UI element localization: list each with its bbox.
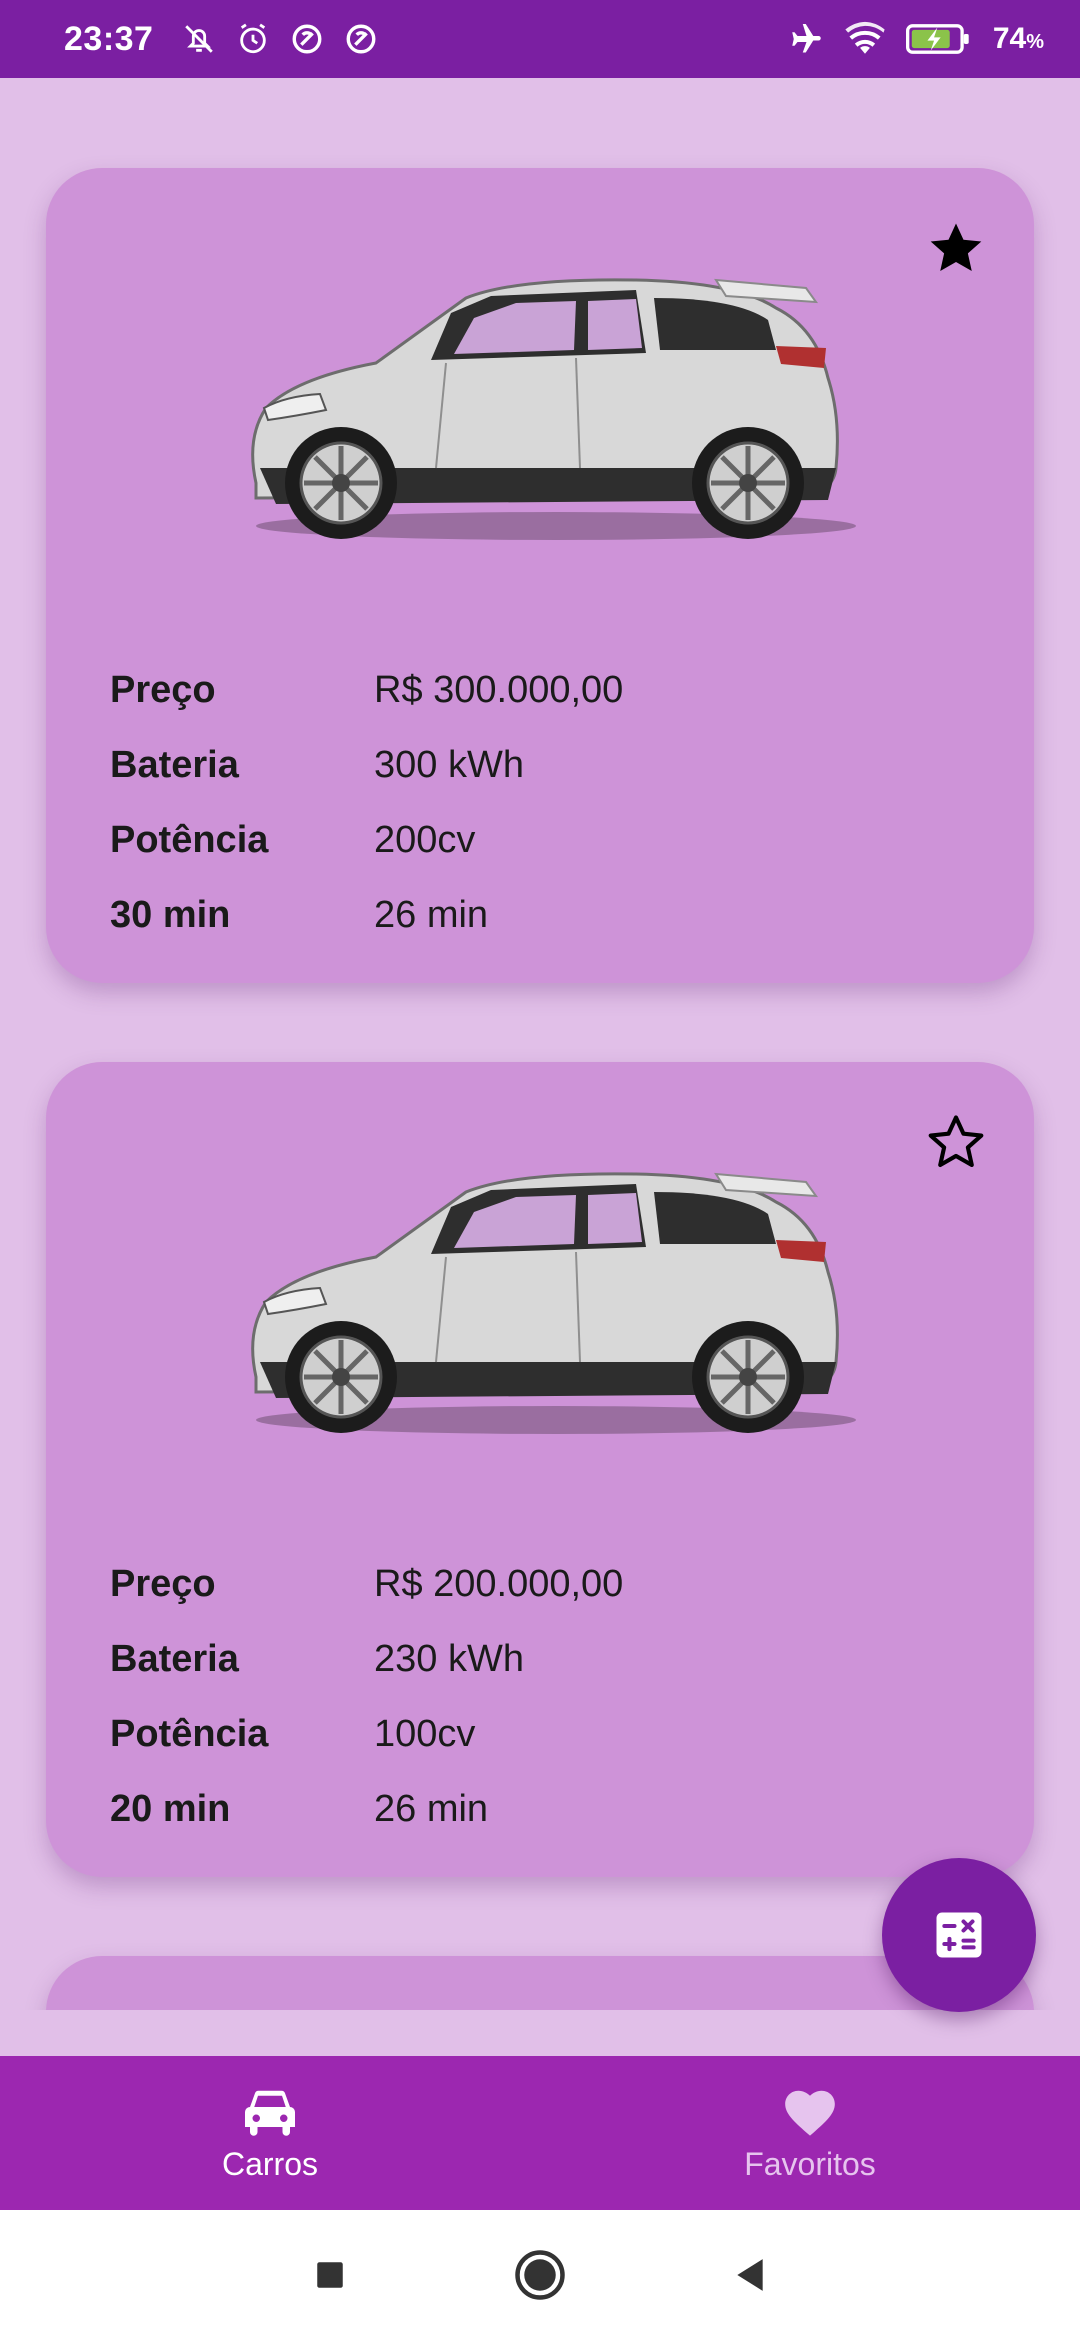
car-card[interactable]: Preço R$ 300.000,00 Bateria 300 kWh Potê… <box>46 168 1034 983</box>
data-saver-icon <box>341 19 381 59</box>
airplane-icon <box>785 19 825 59</box>
square-icon <box>317 2262 343 2288</box>
spec-label: 20 min <box>110 1788 231 1830</box>
bottom-navigation: Carros Favoritos <box>0 2056 1080 2210</box>
car-card[interactable]: Preço R$ 200.000,00 Bateria 230 kWh Potê… <box>46 1062 1034 1877</box>
car-card[interactable] <box>46 1956 1034 2010</box>
spec-value: 200cv <box>374 819 476 861</box>
notification-icons <box>179 19 381 59</box>
spec-value: 100cv <box>374 1713 476 1755</box>
battery-charging-icon <box>905 19 973 59</box>
spec-label: Potência <box>110 819 269 861</box>
car-image <box>251 1172 856 1434</box>
spec-value: 26 min <box>374 1788 489 1830</box>
spec-row-price: Preço R$ 300.000,00 <box>110 653 930 728</box>
triangle-back-icon <box>737 2259 763 2291</box>
home-button[interactable] <box>510 2245 570 2305</box>
spec-row-power: Potência 100cv <box>110 1697 930 1772</box>
star-outline-icon <box>928 1115 984 1168</box>
spec-value: 300 kWh <box>374 744 524 786</box>
favorite-button[interactable] <box>918 1104 994 1180</box>
nav-item-favoritos[interactable]: Favoritos <box>540 2056 1080 2210</box>
recents-button[interactable] <box>300 2245 360 2305</box>
status-bar: 23:37 74% <box>0 0 1080 78</box>
circle-icon <box>515 2250 565 2300</box>
wifi-icon <box>845 19 885 59</box>
car-specs: Preço R$ 200.000,00 Bateria 230 kWh Potê… <box>110 1547 930 1847</box>
star-filled-icon <box>930 223 982 271</box>
spec-label: Bateria <box>110 744 239 786</box>
spec-label: Potência <box>110 1713 269 1755</box>
car-specs: Preço R$ 300.000,00 Bateria 300 kWh Potê… <box>110 653 930 953</box>
spec-row-battery: Bateria 230 kWh <box>110 1622 930 1697</box>
car-image <box>251 278 856 540</box>
data-saver-icon <box>287 19 327 59</box>
spec-row-power: Potência 200cv <box>110 803 930 878</box>
spec-label: Preço <box>110 669 216 711</box>
status-time: 23:37 <box>64 19 154 58</box>
nav-label: Carros <box>221 2145 318 2182</box>
spec-row-recharge: 30 min 26 min <box>110 878 930 953</box>
nav-label: Favoritos <box>744 2145 876 2182</box>
spec-value: R$ 300.000,00 <box>374 669 624 711</box>
bell-off-icon <box>179 19 219 59</box>
spec-row-price: Preço R$ 200.000,00 <box>110 1547 930 1622</box>
battery-level: 74% <box>992 22 1044 55</box>
heart-icon <box>778 2084 842 2140</box>
spec-label: 30 min <box>110 894 231 936</box>
spec-value: 230 kWh <box>374 1638 524 1680</box>
calculator-button[interactable] <box>882 1858 1036 2012</box>
spec-row-recharge: 20 min 26 min <box>110 1772 930 1847</box>
car-icon <box>238 2084 302 2140</box>
spec-value: R$ 200.000,00 <box>374 1563 624 1605</box>
system-status-icons: 74% <box>785 19 1044 59</box>
back-button[interactable] <box>720 2245 780 2305</box>
nav-item-carros[interactable]: Carros <box>0 2056 540 2210</box>
alarm-icon <box>233 19 273 59</box>
spec-label: Bateria <box>110 1638 239 1680</box>
spec-label: Preço <box>110 1563 216 1605</box>
favorite-button[interactable] <box>918 210 994 286</box>
spec-row-battery: Bateria 300 kWh <box>110 728 930 803</box>
calculator-icon <box>936 1912 982 1958</box>
system-navigation-bar <box>0 2210 1080 2340</box>
car-list[interactable]: Preço R$ 300.000,00 Bateria 300 kWh Potê… <box>0 78 1080 2010</box>
spec-value: 26 min <box>374 894 489 936</box>
